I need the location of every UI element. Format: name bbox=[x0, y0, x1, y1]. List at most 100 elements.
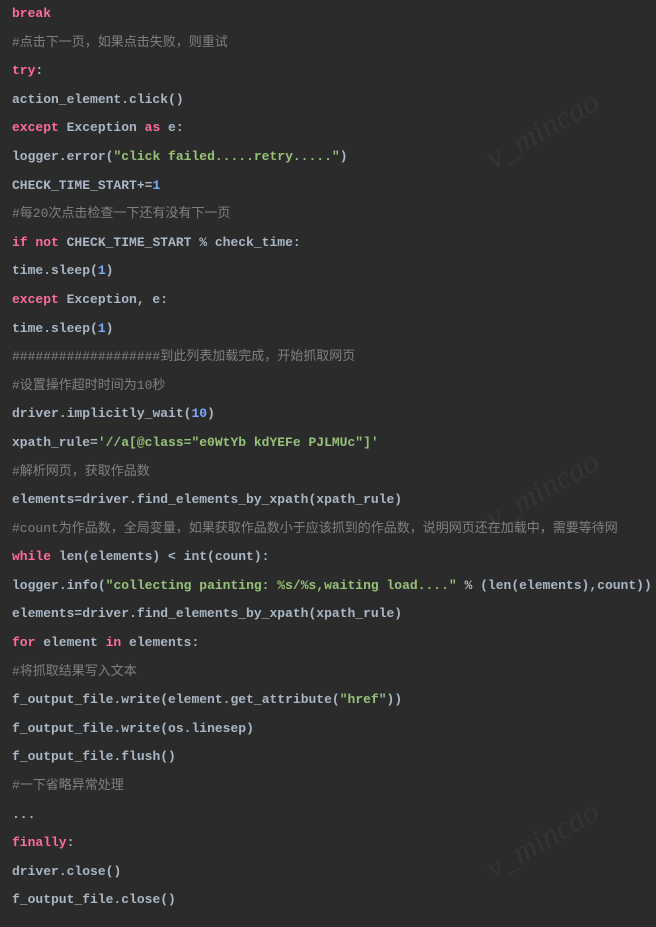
code-token: click bbox=[129, 92, 168, 107]
code-token: : bbox=[67, 835, 75, 850]
code-token: . bbox=[121, 92, 129, 107]
code-line: #将抓取结果写入文本 bbox=[12, 664, 644, 680]
code-line: #设置操作超时时间为10秒 bbox=[12, 378, 644, 394]
code-token: "click failed.....retry....." bbox=[113, 149, 339, 164]
code-token: e: bbox=[160, 120, 183, 135]
code-token: = bbox=[90, 435, 98, 450]
code-line: f_output_file.write(os.linesep) bbox=[12, 721, 644, 737]
code-line: ... bbox=[12, 807, 644, 823]
code-token: . bbox=[43, 263, 51, 278]
code-line: f_output_file.flush() bbox=[12, 749, 644, 765]
code-token: info bbox=[67, 578, 98, 593]
code-line: while len(elements) < int(count): bbox=[12, 549, 644, 565]
code-token: flush bbox=[121, 749, 160, 764]
code-token: write bbox=[121, 721, 160, 736]
code-token: CHECK_TIME_START % check_time: bbox=[59, 235, 301, 250]
code-token: driver bbox=[12, 406, 59, 421]
code-token: 1 bbox=[98, 321, 106, 336]
code-token: . bbox=[59, 406, 67, 421]
code-line: finally: bbox=[12, 835, 644, 851]
code-line: #每20次点击检查一下还有没有下一页 bbox=[12, 206, 644, 222]
code-token: action_element bbox=[12, 92, 121, 107]
code-line: #count为作品数，全局变量，如果获取作品数小于应该抓到的作品数，说明网页还在… bbox=[12, 521, 644, 537]
code-token: "href" bbox=[340, 692, 387, 707]
code-line: if not CHECK_TIME_START % check_time: bbox=[12, 235, 644, 251]
code-token: f_output_file bbox=[12, 692, 113, 707]
code-token: as bbox=[145, 120, 161, 135]
code-token: () bbox=[106, 864, 122, 879]
code-token: += bbox=[137, 178, 153, 193]
code-token: ... bbox=[12, 807, 35, 822]
code-token: elements=driver bbox=[12, 606, 129, 621]
code-token: ( bbox=[90, 263, 98, 278]
code-token: f_output_file bbox=[12, 749, 113, 764]
code-token: ( bbox=[332, 692, 340, 707]
code-token: elements: bbox=[121, 635, 199, 650]
code-line: try: bbox=[12, 63, 644, 79]
code-line: except Exception as e: bbox=[12, 120, 644, 136]
code-token: sleep bbox=[51, 263, 90, 278]
code-line: driver.implicitly_wait(10) bbox=[12, 406, 644, 422]
code-token: write bbox=[121, 692, 160, 707]
code-token: . bbox=[59, 149, 67, 164]
code-token: (xpath_rule) bbox=[308, 492, 402, 507]
code-token: xpath_rule bbox=[12, 435, 90, 450]
code-line: break bbox=[12, 6, 644, 22]
code-token: () bbox=[168, 92, 184, 107]
code-line: for element in elements: bbox=[12, 635, 644, 651]
code-token: time bbox=[12, 263, 43, 278]
code-token: f_output_file bbox=[12, 721, 113, 736]
code-line: except Exception, e: bbox=[12, 292, 644, 308]
code-line: elements=driver.find_elements_by_xpath(x… bbox=[12, 492, 644, 508]
code-token: ###################到此列表加载完成，开始抓取网页 bbox=[12, 349, 355, 364]
code-line: #点击下一页，如果点击失败，则重试 bbox=[12, 35, 644, 51]
code-token: CHECK_TIME_START bbox=[12, 178, 137, 193]
code-token: try bbox=[12, 63, 35, 78]
code-token: Exception, e: bbox=[59, 292, 168, 307]
code-token: (element bbox=[160, 692, 222, 707]
code-token: () bbox=[160, 749, 176, 764]
code-token: . bbox=[59, 864, 67, 879]
code-token: % (len(elements),count)) bbox=[457, 578, 652, 593]
code-line: time.sleep(1) bbox=[12, 321, 644, 337]
code-token: implicitly_wait bbox=[67, 406, 184, 421]
code-line: action_element.click() bbox=[12, 92, 644, 108]
code-token: linesep) bbox=[191, 721, 253, 736]
code-token: time bbox=[12, 321, 43, 336]
code-token: ( bbox=[98, 578, 106, 593]
code-token: if bbox=[12, 235, 28, 250]
code-token: except bbox=[12, 292, 59, 307]
code-line: f_output_file.write(element.get_attribut… bbox=[12, 692, 644, 708]
code-token: find_elements_by_xpath bbox=[137, 492, 309, 507]
code-token: element bbox=[35, 635, 105, 650]
code-token: )) bbox=[387, 692, 403, 707]
code-line: ###################到此列表加载完成，开始抓取网页 bbox=[12, 349, 644, 365]
code-token: in bbox=[106, 635, 122, 650]
code-token: 1 bbox=[152, 178, 160, 193]
code-token: . bbox=[59, 578, 67, 593]
code-token: . bbox=[43, 321, 51, 336]
code-token: for bbox=[12, 635, 35, 650]
code-token: ) bbox=[106, 321, 114, 336]
code-line: #一下省略异常处理 bbox=[12, 778, 644, 794]
code-token: sleep bbox=[51, 321, 90, 336]
code-token: finally bbox=[12, 835, 67, 850]
code-token: . bbox=[129, 606, 137, 621]
code-token: #count为作品数，全局变量，如果获取作品数小于应该抓到的作品数，说明网页还在… bbox=[12, 521, 618, 536]
code-line: f_output_file.close() bbox=[12, 892, 644, 908]
code-token: "collecting painting: %s/%s,waiting load… bbox=[106, 578, 457, 593]
code-token: #一下省略异常处理 bbox=[12, 778, 124, 793]
code-line: driver.close() bbox=[12, 864, 644, 880]
code-token: (xpath_rule) bbox=[308, 606, 402, 621]
code-line: time.sleep(1) bbox=[12, 263, 644, 279]
code-line: xpath_rule='//a[@class="e0WtYb kdYEFe PJ… bbox=[12, 435, 644, 451]
code-line: logger.info("collecting painting: %s/%s,… bbox=[12, 578, 644, 594]
code-token: #点击下一页，如果点击失败，则重试 bbox=[12, 35, 228, 50]
code-token: ) bbox=[340, 149, 348, 164]
code-line: CHECK_TIME_START+=1 bbox=[12, 178, 644, 194]
code-token: get_attribute bbox=[230, 692, 331, 707]
code-token: logger bbox=[12, 578, 59, 593]
code-token: . bbox=[129, 492, 137, 507]
code-token: close bbox=[67, 864, 106, 879]
code-token: (os bbox=[160, 721, 183, 736]
